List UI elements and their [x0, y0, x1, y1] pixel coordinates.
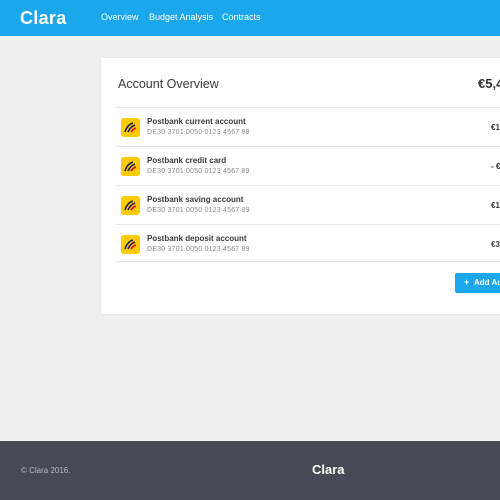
account-row[interactable]: Postbank deposit account DE30 3701 0050 … — [116, 224, 500, 262]
postbank-icon — [121, 196, 140, 215]
account-iban: DE30 3701 0050 0123 4567 89 — [147, 129, 250, 136]
account-name: Postbank credit card — [147, 156, 227, 165]
account-name: Postbank deposit account — [147, 234, 247, 243]
nav-budget-analysis[interactable]: Budget Analysis — [149, 12, 213, 22]
account-amount: €3 — [491, 240, 500, 249]
account-overview-card: Account Overview €5,4 Postbank current a… — [101, 58, 500, 314]
plus-icon: + — [464, 277, 470, 287]
footer-logo: Clara — [312, 462, 345, 477]
total-balance: €5,4 — [478, 76, 500, 91]
account-iban: DE30 3701 0050 0123 4567 89 — [147, 168, 250, 175]
account-iban: DE30 3701 0050 0123 4567 89 — [147, 207, 250, 214]
account-amount: €1 — [491, 201, 500, 210]
top-nav-bar: Clara Overview Budget Analysis Contracts — [0, 0, 500, 36]
postbank-icon — [121, 118, 140, 137]
postbank-icon — [121, 157, 140, 176]
nav-overview[interactable]: Overview — [101, 12, 139, 22]
account-name: Postbank saving account — [147, 195, 244, 204]
nav-contracts[interactable]: Contracts — [222, 12, 261, 22]
postbank-icon — [121, 235, 140, 254]
account-row[interactable]: Postbank credit card DE30 3701 0050 0123… — [116, 146, 500, 184]
account-row[interactable]: Postbank current account DE30 3701 0050 … — [116, 107, 500, 145]
account-amount: €1 — [491, 123, 500, 132]
account-iban: DE30 3701 0050 0123 4567 89 — [147, 246, 250, 253]
add-account-button[interactable]: + Add Ac — [455, 273, 500, 293]
page-title: Account Overview — [118, 77, 219, 91]
add-account-label: Add Ac — [474, 278, 500, 287]
app-logo[interactable]: Clara — [20, 8, 67, 29]
account-row[interactable]: Postbank saving account DE30 3701 0050 0… — [116, 185, 500, 223]
page-footer: © Clara 2016. Clara — [0, 441, 500, 500]
account-amount: - € — [491, 162, 500, 171]
copyright-text: © Clara 2016. — [21, 466, 71, 475]
account-name: Postbank current account — [147, 117, 246, 126]
